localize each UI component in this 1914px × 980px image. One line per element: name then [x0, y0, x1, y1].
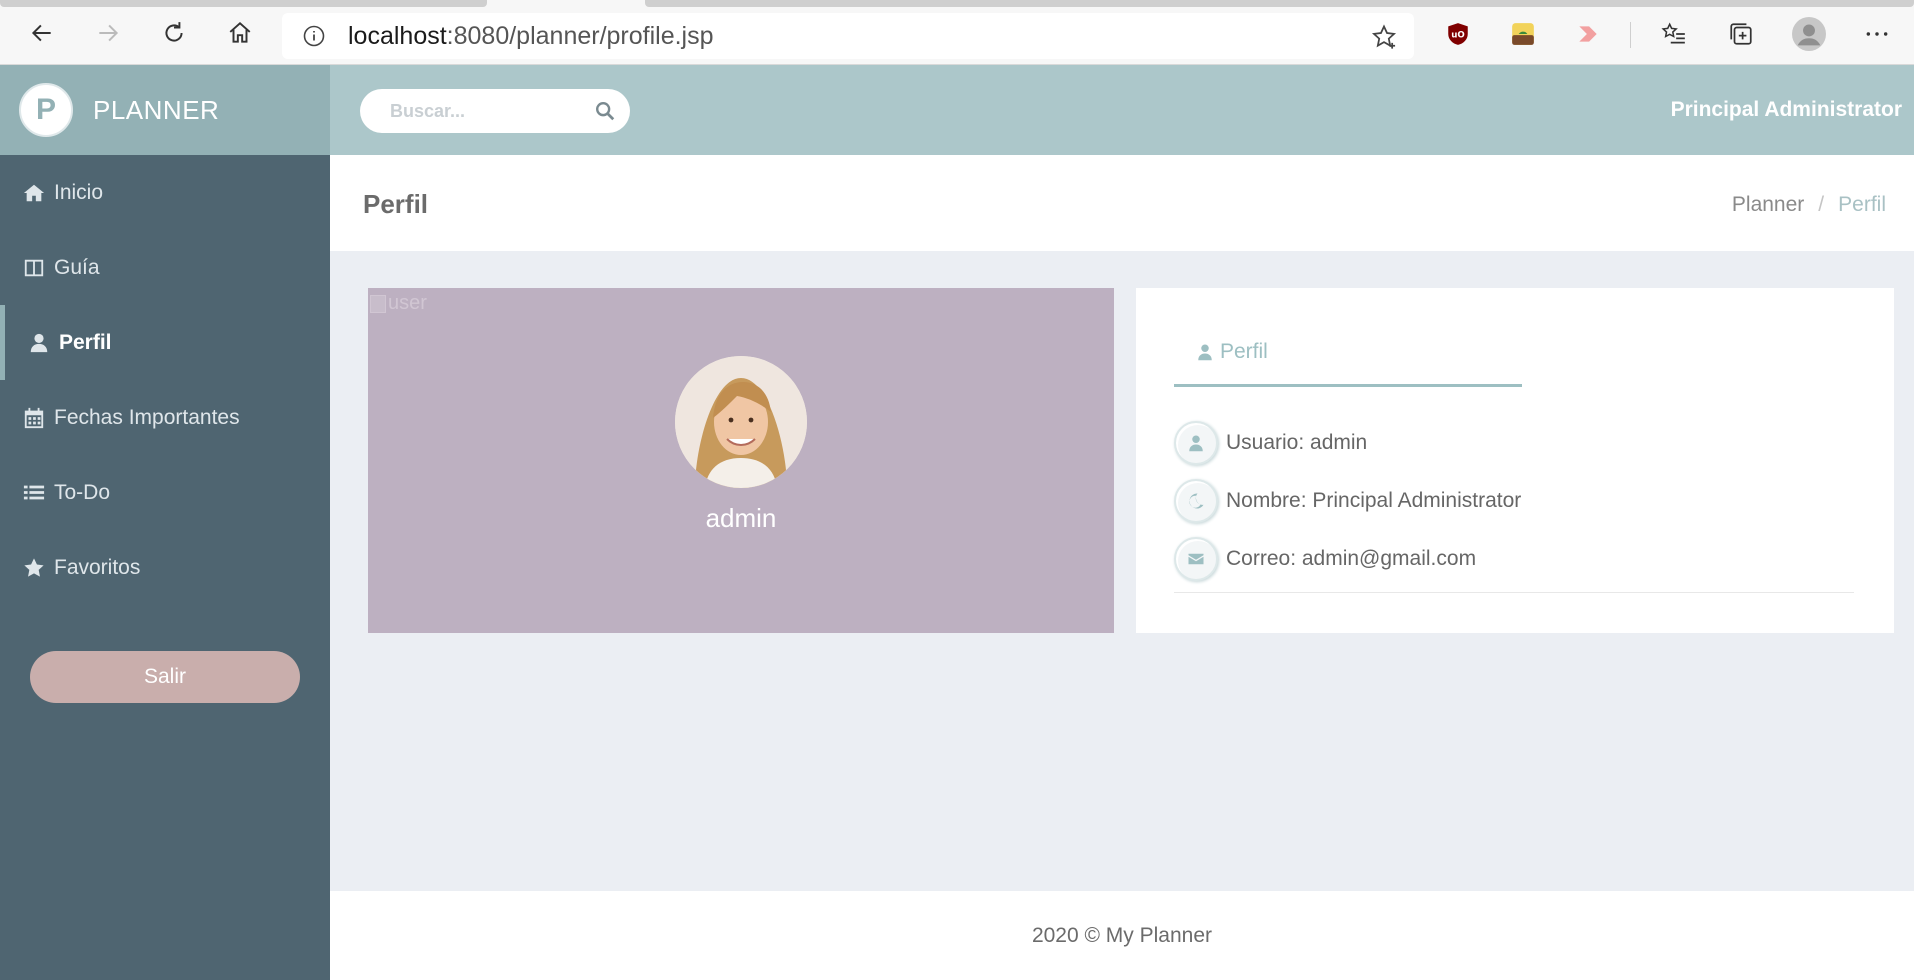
browser-tab[interactable]: [645, 0, 1914, 7]
tab-perfil[interactable]: Perfil: [1174, 340, 1522, 387]
back-button[interactable]: [27, 18, 57, 48]
profile-photo: [675, 356, 807, 488]
sidebar-item-inicio[interactable]: Inicio: [0, 155, 330, 230]
moon-icon: [1174, 479, 1218, 523]
url-text[interactable]: localhost:8080/planner/profile.jsp: [348, 22, 714, 51]
profile-info-list: Usuario: admin Nombre: Principal Adminis…: [1174, 414, 1854, 588]
info-row-nombre: Nombre: Principal Administrator: [1174, 472, 1854, 530]
breadcrumb: Planner / Perfil: [1732, 193, 1886, 217]
current-user-name[interactable]: Principal Administrator: [1671, 98, 1902, 122]
collections-icon[interactable]: [1727, 20, 1755, 48]
home-icon: [229, 21, 251, 43]
topbar: Principal Administrator: [330, 65, 1914, 155]
info-value: Usuario: admin: [1226, 431, 1368, 454]
tab-label: Perfil: [1220, 340, 1268, 363]
search-input[interactable]: [390, 100, 580, 122]
reload-button[interactable]: [159, 18, 189, 48]
profile-avatar[interactable]: [1792, 17, 1826, 51]
broken-image-icon: [370, 294, 386, 313]
tab-strip: [0, 0, 1914, 8]
sidebar: P PLANNER Inicio Guía Perfil Fechas Impo…: [0, 65, 330, 980]
sidebar-item-label: Perfil: [59, 330, 112, 354]
footer: 2020 © My Planner: [330, 891, 1914, 980]
sidebar-menu: Inicio Guía Perfil Fechas Importantes To…: [0, 155, 330, 605]
envelope-icon: [1174, 537, 1218, 581]
breadcrumb-item-current: Perfil: [1838, 193, 1886, 216]
info-row-correo: Correo: admin@gmail.com: [1174, 530, 1854, 588]
arrow-left-icon: [31, 24, 51, 42]
more-menu-icon[interactable]: [1863, 20, 1891, 48]
browser-toolbar: localhost:8080/planner/profile.jsp uO: [0, 0, 1914, 65]
info-value: Nombre: Principal Administrator: [1226, 489, 1522, 512]
site-info-icon[interactable]: [302, 24, 326, 48]
sidebar-item-label: Inicio: [54, 180, 104, 204]
home-button[interactable]: [225, 18, 255, 48]
broken-image-alt: user: [388, 292, 427, 314]
sidebar-item-favoritos[interactable]: Favoritos: [0, 530, 330, 605]
browser-tab[interactable]: [0, 0, 487, 7]
toolbar-divider: [1630, 22, 1631, 48]
breadcrumb-separator: /: [1818, 193, 1825, 216]
star-icon: [22, 556, 46, 580]
home-icon: [22, 181, 46, 205]
search-box: [360, 89, 630, 133]
sidebar-item-to-do[interactable]: To-Do: [0, 455, 330, 530]
user-icon: [1174, 421, 1218, 465]
profile-info-card: Perfil Usuario: admin Nombre: Principal …: [1136, 288, 1894, 633]
ublock-extension-icon[interactable]: uO: [1444, 20, 1472, 48]
divider: [1174, 592, 1854, 593]
svg-text:uO: uO: [1451, 30, 1465, 40]
info-value: Correo: admin@gmail.com: [1226, 547, 1477, 570]
book-icon: [22, 256, 46, 280]
arrow-right-icon: [99, 24, 119, 42]
user-icon: [1198, 344, 1212, 361]
calendar-icon: [22, 406, 46, 430]
sidebar-item-label: Fechas Importantes: [54, 405, 240, 429]
extension-icon[interactable]: [1574, 20, 1602, 48]
page-title: Perfil: [363, 189, 429, 219]
broken-image: user: [370, 292, 427, 315]
brand-logo: P: [19, 83, 73, 137]
sidebar-item-label: Guía: [54, 255, 100, 279]
sidebar-item-guia[interactable]: Guía: [0, 230, 330, 305]
favorites-icon[interactable]: [1660, 20, 1688, 48]
sidebar-item-label: To-Do: [54, 480, 111, 504]
profile-card: user admin: [368, 288, 1114, 633]
avatar: [675, 356, 807, 488]
sidebar-item-perfil[interactable]: Perfil: [0, 305, 330, 380]
user-icon: [27, 331, 51, 355]
page-header: Perfil Planner / Perfil: [330, 155, 1914, 251]
info-row-usuario: Usuario: admin: [1174, 414, 1854, 472]
sidebar-item-label: Favoritos: [54, 555, 141, 579]
brand-name: PLANNER: [93, 94, 220, 125]
reload-icon: [165, 22, 183, 42]
logout-button[interactable]: Salir: [30, 651, 300, 703]
profile-username: admin: [705, 503, 777, 533]
sidebar-item-fechas-importantes[interactable]: Fechas Importantes: [0, 380, 330, 455]
footer-text: 2020 © My Planner: [1031, 924, 1213, 947]
list-icon: [22, 481, 46, 505]
search-icon[interactable]: [594, 100, 616, 122]
add-favorite-icon[interactable]: [1370, 23, 1398, 51]
breadcrumb-item-planner[interactable]: Planner: [1732, 193, 1804, 217]
forward-button[interactable]: [93, 18, 123, 48]
url-host: localhost: [348, 21, 447, 50]
brand[interactable]: P PLANNER: [0, 65, 330, 155]
address-bar[interactable]: localhost:8080/planner/profile.jsp: [282, 13, 1414, 59]
extension-icon[interactable]: [1509, 20, 1537, 48]
url-path: :8080/planner/profile.jsp: [446, 21, 714, 50]
